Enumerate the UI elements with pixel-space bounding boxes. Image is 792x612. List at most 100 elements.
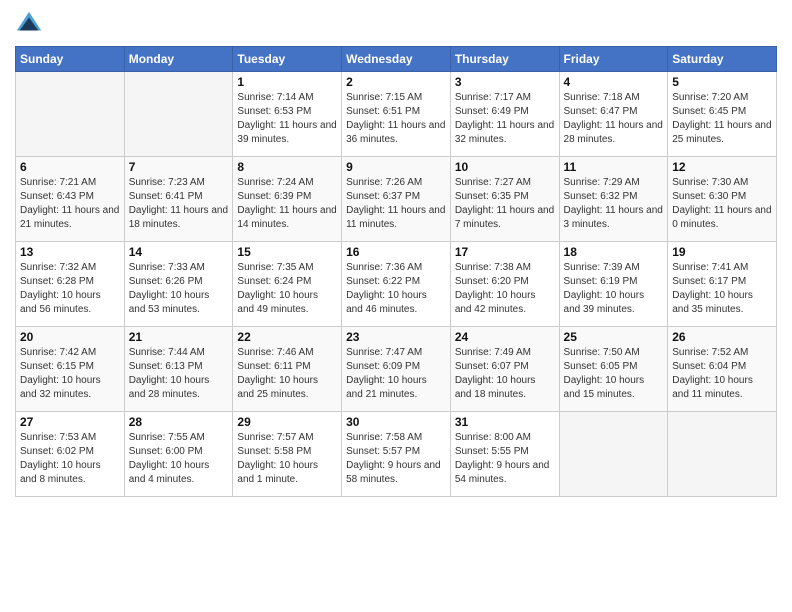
calendar-cell: 2 Sunrise: 7:15 AM Sunset: 6:51 PM Daylig… <box>342 72 451 157</box>
calendar-cell: 21Sunrise: 7:44 AM Sunset: 6:13 PM Dayli… <box>124 327 233 412</box>
calendar-cell <box>16 72 125 157</box>
day-number: 17 <box>455 245 555 259</box>
day-number: 15 <box>237 245 337 259</box>
day-number: 19 <box>672 245 772 259</box>
day-info: Sunrise: 7:18 AM Sunset: 6:47 PM Dayligh… <box>564 91 664 147</box>
calendar-cell <box>559 412 668 497</box>
calendar-cell: 25 Sunrise: 7:50 AM Sunset: 6:05 PM Dayli… <box>559 327 668 412</box>
header <box>15 10 777 38</box>
day-number: 10 <box>455 160 555 174</box>
weekday-header-tuesday: Tuesday <box>233 47 342 72</box>
day-info: Sunrise: 7:35 AM Sunset: 6:24 PM Dayligh… <box>237 261 337 317</box>
calendar-cell: 11Sunrise: 7:29 AM Sunset: 6:32 PM Dayli… <box>559 157 668 242</box>
day-number: 31 <box>455 415 555 429</box>
day-info: Sunrise: 7:55 AM Sunset: 6:00 PM Dayligh… <box>129 431 229 487</box>
day-number: 2 <box>346 75 446 89</box>
day-info: Sunrise: 7:14 AM Sunset: 6:53 PM Dayligh… <box>237 91 337 147</box>
weekday-header-thursday: Thursday <box>450 47 559 72</box>
day-number: 4 <box>564 75 664 89</box>
logo-icon <box>15 10 43 38</box>
day-info: Sunrise: 7:52 AM Sunset: 6:04 PM Dayligh… <box>672 346 772 402</box>
calendar-cell: 17 Sunrise: 7:38 AM Sunset: 6:20 PM Dayli… <box>450 242 559 327</box>
day-info: Sunrise: 7:30 AM Sunset: 6:30 PM Dayligh… <box>672 176 772 232</box>
day-info: Sunrise: 7:33 AM Sunset: 6:26 PM Dayligh… <box>129 261 229 317</box>
day-info: Sunrise: 7:29 AM Sunset: 6:32 PM Dayligh… <box>564 176 664 232</box>
day-info: Sunrise: 7:17 AM Sunset: 6:49 PM Dayligh… <box>455 91 555 147</box>
day-info: Sunrise: 7:38 AM Sunset: 6:20 PM Dayligh… <box>455 261 555 317</box>
calendar-cell: 28 Sunrise: 7:55 AM Sunset: 6:00 PM Dayli… <box>124 412 233 497</box>
day-number: 6 <box>20 160 120 174</box>
weekday-header-wednesday: Wednesday <box>342 47 451 72</box>
calendar-week-row: 13 Sunrise: 7:32 AM Sunset: 6:28 PM Dayli… <box>16 242 777 327</box>
page: SundayMondayTuesdayWednesdayThursdayFrid… <box>0 0 792 512</box>
calendar-cell: 1 Sunrise: 7:14 AM Sunset: 6:53 PM Daylig… <box>233 72 342 157</box>
day-info: Sunrise: 7:24 AM Sunset: 6:39 PM Dayligh… <box>237 176 337 232</box>
day-info: Sunrise: 7:42 AM Sunset: 6:15 PM Dayligh… <box>20 346 120 402</box>
day-info: Sunrise: 7:50 AM Sunset: 6:05 PM Dayligh… <box>564 346 664 402</box>
weekday-header-row: SundayMondayTuesdayWednesdayThursdayFrid… <box>16 47 777 72</box>
day-info: Sunrise: 7:41 AM Sunset: 6:17 PM Dayligh… <box>672 261 772 317</box>
day-info: Sunrise: 7:27 AM Sunset: 6:35 PM Dayligh… <box>455 176 555 232</box>
day-info: Sunrise: 7:47 AM Sunset: 6:09 PM Dayligh… <box>346 346 446 402</box>
calendar-cell: 26 Sunrise: 7:52 AM Sunset: 6:04 PM Dayli… <box>668 327 777 412</box>
calendar-table: SundayMondayTuesdayWednesdayThursdayFrid… <box>15 46 777 497</box>
calendar-cell: 8 Sunrise: 7:24 AM Sunset: 6:39 PM Daylig… <box>233 157 342 242</box>
weekday-header-sunday: Sunday <box>16 47 125 72</box>
calendar-week-row: 6Sunrise: 7:21 AM Sunset: 6:43 PM Daylig… <box>16 157 777 242</box>
day-number: 8 <box>237 160 337 174</box>
calendar-cell: 15 Sunrise: 7:35 AM Sunset: 6:24 PM Dayli… <box>233 242 342 327</box>
calendar-cell: 30 Sunrise: 7:58 AM Sunset: 5:57 PM Dayli… <box>342 412 451 497</box>
day-number: 9 <box>346 160 446 174</box>
day-info: Sunrise: 8:00 AM Sunset: 5:55 PM Dayligh… <box>455 431 555 487</box>
day-info: Sunrise: 7:15 AM Sunset: 6:51 PM Dayligh… <box>346 91 446 147</box>
weekday-header-monday: Monday <box>124 47 233 72</box>
calendar-week-row: 20 Sunrise: 7:42 AM Sunset: 6:15 PM Dayli… <box>16 327 777 412</box>
calendar-cell: 29Sunrise: 7:57 AM Sunset: 5:58 PM Dayli… <box>233 412 342 497</box>
day-number: 23 <box>346 330 446 344</box>
day-number: 3 <box>455 75 555 89</box>
calendar-week-row: 1 Sunrise: 7:14 AM Sunset: 6:53 PM Daylig… <box>16 72 777 157</box>
day-info: Sunrise: 7:20 AM Sunset: 6:45 PM Dayligh… <box>672 91 772 147</box>
calendar-cell: 31 Sunrise: 8:00 AM Sunset: 5:55 PM Dayli… <box>450 412 559 497</box>
calendar-cell: 23 Sunrise: 7:47 AM Sunset: 6:09 PM Dayli… <box>342 327 451 412</box>
calendar-cell <box>124 72 233 157</box>
day-number: 30 <box>346 415 446 429</box>
day-number: 28 <box>129 415 229 429</box>
day-number: 24 <box>455 330 555 344</box>
day-info: Sunrise: 7:44 AM Sunset: 6:13 PM Dayligh… <box>129 346 229 402</box>
day-number: 29 <box>237 415 337 429</box>
day-info: Sunrise: 7:36 AM Sunset: 6:22 PM Dayligh… <box>346 261 446 317</box>
calendar-cell: 22 Sunrise: 7:46 AM Sunset: 6:11 PM Dayli… <box>233 327 342 412</box>
day-number: 14 <box>129 245 229 259</box>
day-info: Sunrise: 7:53 AM Sunset: 6:02 PM Dayligh… <box>20 431 120 487</box>
day-info: Sunrise: 7:23 AM Sunset: 6:41 PM Dayligh… <box>129 176 229 232</box>
calendar-cell: 24Sunrise: 7:49 AM Sunset: 6:07 PM Dayli… <box>450 327 559 412</box>
day-number: 20 <box>20 330 120 344</box>
day-number: 5 <box>672 75 772 89</box>
day-number: 1 <box>237 75 337 89</box>
day-number: 26 <box>672 330 772 344</box>
calendar-cell: 19 Sunrise: 7:41 AM Sunset: 6:17 PM Dayli… <box>668 242 777 327</box>
day-number: 7 <box>129 160 229 174</box>
calendar-cell: 18 Sunrise: 7:39 AM Sunset: 6:19 PM Dayli… <box>559 242 668 327</box>
calendar-cell: 7 Sunrise: 7:23 AM Sunset: 6:41 PM Daylig… <box>124 157 233 242</box>
calendar-cell: 6Sunrise: 7:21 AM Sunset: 6:43 PM Daylig… <box>16 157 125 242</box>
calendar-cell: 10 Sunrise: 7:27 AM Sunset: 6:35 PM Dayli… <box>450 157 559 242</box>
calendar-cell: 20 Sunrise: 7:42 AM Sunset: 6:15 PM Dayli… <box>16 327 125 412</box>
day-info: Sunrise: 7:58 AM Sunset: 5:57 PM Dayligh… <box>346 431 446 487</box>
calendar-cell <box>668 412 777 497</box>
logo <box>15 10 47 38</box>
day-number: 22 <box>237 330 337 344</box>
day-number: 25 <box>564 330 664 344</box>
calendar-cell: 16 Sunrise: 7:36 AM Sunset: 6:22 PM Dayli… <box>342 242 451 327</box>
calendar-week-row: 27Sunrise: 7:53 AM Sunset: 6:02 PM Dayli… <box>16 412 777 497</box>
calendar-cell: 12 Sunrise: 7:30 AM Sunset: 6:30 PM Dayli… <box>668 157 777 242</box>
day-info: Sunrise: 7:39 AM Sunset: 6:19 PM Dayligh… <box>564 261 664 317</box>
day-number: 16 <box>346 245 446 259</box>
day-info: Sunrise: 7:46 AM Sunset: 6:11 PM Dayligh… <box>237 346 337 402</box>
day-info: Sunrise: 7:32 AM Sunset: 6:28 PM Dayligh… <box>20 261 120 317</box>
weekday-header-saturday: Saturday <box>668 47 777 72</box>
day-number: 12 <box>672 160 772 174</box>
day-number: 18 <box>564 245 664 259</box>
day-number: 13 <box>20 245 120 259</box>
